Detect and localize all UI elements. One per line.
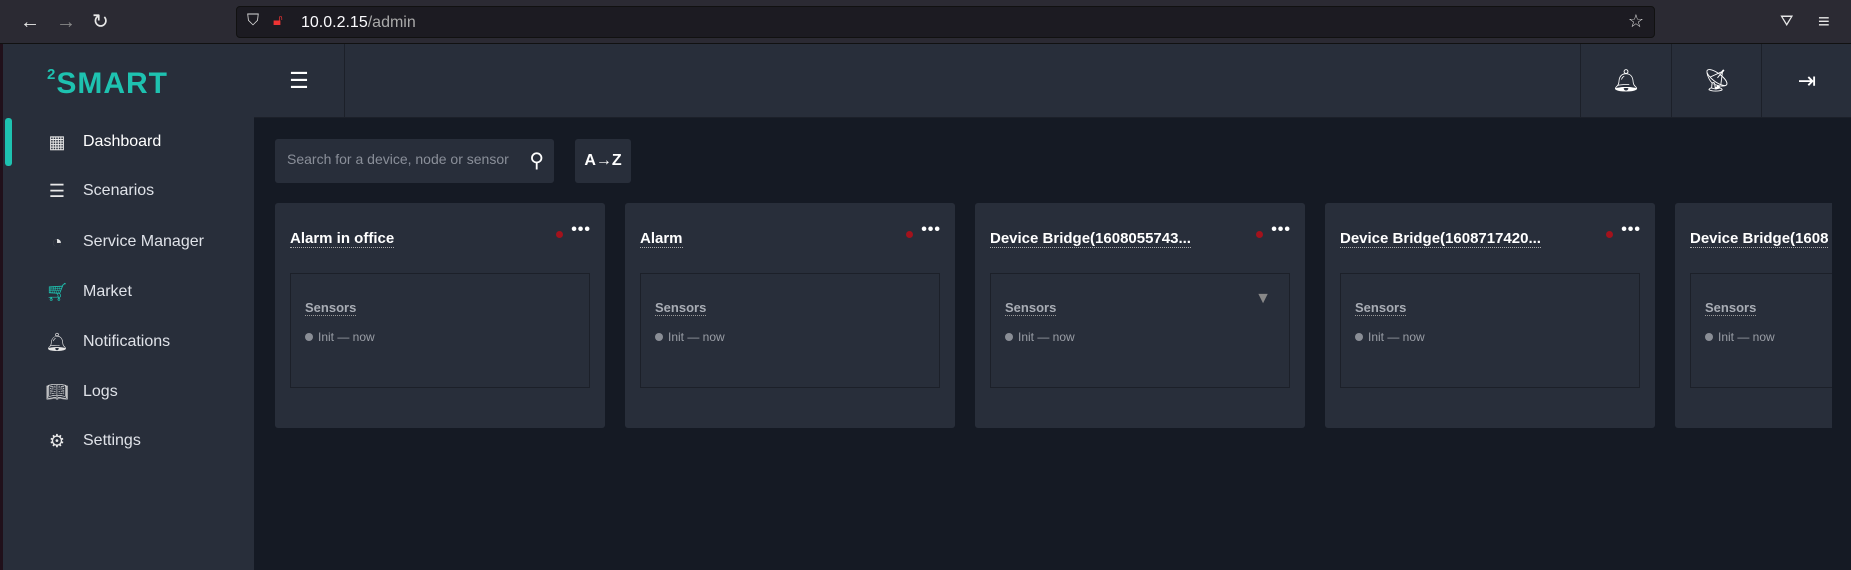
logout-button[interactable]: ⇥ [1762,44,1851,118]
more-options-icon[interactable]: ••• [1621,221,1641,239]
top-header: ☰ 🔔︎ 📡︎ ⇥ [254,44,1851,118]
sidebar-item-label: Scenarios [83,182,155,199]
section-label[interactable]: Sensors [305,300,357,316]
pocket-icon[interactable]: ⛛ [1780,10,1793,34]
card-title[interactable]: Alarm [640,230,683,248]
sidebar-item-scenarios[interactable]: ☰ Scenarios [3,169,257,213]
menu-icon[interactable]: ≡ [1818,10,1830,34]
device-card[interactable]: Alarm ••• Sensors Init — now [625,203,955,428]
search-box: ⚲ [275,139,554,183]
search-input[interactable] [287,151,512,167]
device-card[interactable]: Device Bridge(1608 Sensors Init — now [1675,203,1832,428]
sidebar-item-settings[interactable]: ⚙ Settings [3,419,257,463]
divider [344,44,345,118]
logo-sup: 2 [47,66,57,83]
address-bar[interactable]: ⛉ 🔓︎ 10.0.2.15/admin ☆ [236,6,1655,38]
status-text: Init — now [1705,330,1775,344]
sensors-panel: Sensors Init — now [640,273,940,388]
connection-button[interactable]: 📡︎ [1672,44,1762,118]
status-text: Init — now [655,330,725,344]
sidebar-item-notifications[interactable]: 🔔︎ Notifications [3,320,257,364]
sidebar-item-label: Service Manager [83,233,204,250]
sidebar-item-logs[interactable]: 📖︎ Logs [3,370,257,414]
section-label[interactable]: Sensors [1005,300,1057,316]
status-dot [655,333,663,341]
bell-icon: 🔔︎ [45,331,69,352]
list-icon: ☰ [48,180,66,201]
status-value: Init — now [1718,330,1775,344]
insecure-lock-icon[interactable]: 🔓︎ [273,12,283,29]
hamburger-icon: ☰ [289,68,309,93]
dashboard-icon: ▦ [48,131,66,152]
more-options-icon[interactable]: ••• [1271,221,1291,239]
device-card[interactable]: Device Bridge(1608717420... ••• Sensors I… [1325,203,1655,428]
more-options-icon[interactable]: ••• [571,221,591,239]
more-options-icon[interactable]: ••• [921,221,941,239]
card-title[interactable]: Alarm in office [290,230,395,248]
status-text: Init — now [305,330,375,344]
browser-toolbar: ← → ↻ ⛉ 🔓︎ 10.0.2.15/admin ☆ ⛛ ≡ [0,0,1851,44]
sensors-panel: Sensors Init — now [290,273,590,388]
sidebar-item-label: Settings [83,432,141,449]
card-title[interactable]: Device Bridge(1608 [1690,230,1829,248]
section-label[interactable]: Sensors [655,300,707,316]
offline-status-dot [556,231,563,238]
gear-icon: ⚙ [48,430,66,451]
card-title[interactable]: Device Bridge(1608055743... [990,230,1191,248]
offline-status-dot [1606,231,1613,238]
reload-icon[interactable]: ↻ [92,10,109,34]
sidebar-item-dashboard[interactable]: ▦ Dashboard [3,120,257,164]
sensors-panel: Sensors Init — now [1690,273,1832,388]
sidebar-item-label: Notifications [83,333,171,350]
section-label[interactable]: Sensors [1355,300,1407,316]
status-dot [1355,333,1363,341]
sensors-panel: Sensors ▼ Init — now [990,273,1290,388]
status-value: Init — now [668,330,725,344]
section-label[interactable]: Sensors [1705,300,1757,316]
status-value: Init — now [318,330,375,344]
status-dot [1005,333,1013,341]
wifi-icon: ▼ [1255,290,1271,307]
star-icon[interactable]: ☆ [1628,11,1644,32]
card-title[interactable]: Device Bridge(1608717420... [1340,230,1541,248]
url-host: 10.0.2.15 [301,14,368,31]
antenna-icon: 📡︎ [1703,68,1731,93]
status-text: Init — now [1005,330,1075,344]
book-icon: 📖︎ [45,381,69,402]
bell-icon: 🔔︎ [1612,68,1640,93]
search-icon[interactable]: ⚲ [529,148,544,173]
forward-icon[interactable]: → [56,10,76,34]
sidebar-item-label: Logs [83,383,118,400]
sensors-panel: Sensors Init — now [1340,273,1640,388]
cart-icon: 🛒︎ [45,281,69,302]
url-path: /admin [367,14,416,31]
status-dot [1705,333,1713,341]
sidebar-item-label: Dashboard [83,133,162,150]
logo-text: SMART [56,67,168,100]
sidebar-item-label: Market [83,283,132,300]
sidebar-item-market[interactable]: 🛒︎ Market [3,270,257,314]
status-dot [305,333,313,341]
sidebar: 2SMART ▦ Dashboard ☰ Scenarios ◔ Service Ma… [0,44,254,570]
device-card[interactable]: Device Bridge(1608055743... ••• Sensors ▼… [975,203,1305,428]
status-text: Init — now [1355,330,1425,344]
hamburger-button[interactable]: ☰ [254,44,344,118]
device-card[interactable]: Alarm in office ••• Sensors Init — now [275,203,605,428]
offline-status-dot [906,231,913,238]
back-icon[interactable]: ← [20,10,40,34]
status-value: Init — now [1018,330,1075,344]
sort-button[interactable]: A→Z [575,139,631,183]
offline-status-dot [1256,231,1263,238]
logout-icon: ⇥ [1797,68,1817,93]
status-value: Init — now [1368,330,1425,344]
notifications-button[interactable]: 🔔︎ [1581,44,1671,118]
logo[interactable]: 2SMART [47,66,168,101]
shield-icon[interactable]: ⛉ [247,12,259,30]
gauge-icon: ◔ [51,231,63,252]
sidebar-item-service-manager[interactable]: ◔ Service Manager [3,220,257,264]
